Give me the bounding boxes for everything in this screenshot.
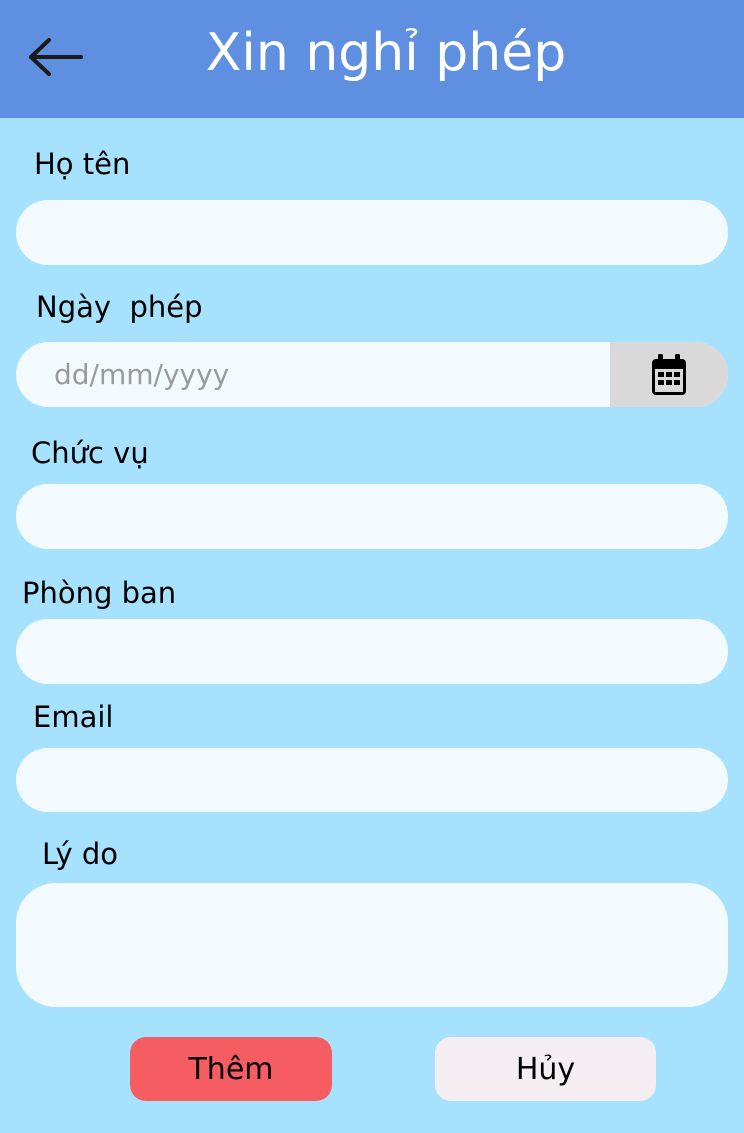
position-label: Chức vụ	[31, 436, 149, 470]
calendar-button[interactable]	[610, 342, 728, 407]
app-header: Xin nghỉ phép	[0, 0, 744, 118]
email-input[interactable]	[16, 748, 728, 812]
reason-textarea[interactable]	[16, 883, 728, 1007]
leave-date-field	[16, 342, 728, 407]
reason-label: Lý do	[42, 837, 119, 871]
fullname-input[interactable]	[16, 200, 728, 265]
calendar-icon	[652, 353, 686, 395]
fullname-label: Họ tên	[34, 147, 131, 181]
email-label: Email	[33, 700, 114, 734]
department-label: Phòng ban	[22, 576, 177, 610]
add-button[interactable]: Thêm	[130, 1037, 332, 1101]
leave-date-label: Ngày phép	[36, 290, 203, 324]
cancel-button[interactable]: Hủy	[435, 1037, 656, 1101]
page-title: Xin nghỉ phép	[205, 23, 567, 83]
leave-date-input[interactable]	[16, 342, 610, 407]
department-input[interactable]	[16, 619, 728, 684]
position-input[interactable]	[16, 484, 728, 549]
